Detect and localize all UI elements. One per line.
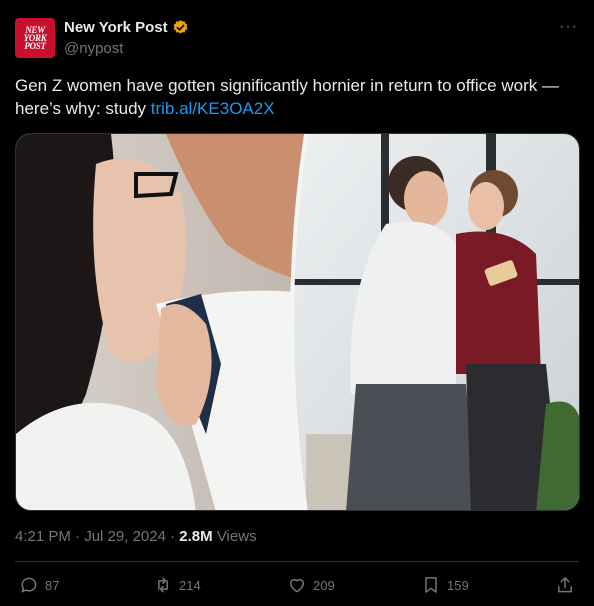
tweet-body: Gen Z women have gotten significantly ho… (15, 76, 559, 118)
like-button[interactable]: 209 (287, 575, 335, 595)
bookmark-button[interactable]: 159 (421, 575, 469, 595)
share-icon (558, 577, 572, 593)
tweet-time[interactable]: 4:21 PM (15, 528, 71, 545)
meta-separator: · (165, 528, 180, 545)
more-options-icon[interactable]: ··· (559, 18, 578, 36)
tweet-photo (16, 134, 579, 510)
repost-count: 214 (179, 577, 201, 593)
avatar[interactable]: NEW YORK POST (15, 18, 55, 58)
tweet-link[interactable]: trib.al/KE3OA2X (151, 99, 275, 118)
tweet-meta: 4:21 PM · Jul 29, 2024 · 2.8M Views (15, 528, 257, 545)
view-count: 2.8M (179, 528, 213, 545)
bookmark-count: 159 (447, 577, 469, 593)
action-bar: 87 214 209 159 (15, 575, 580, 599)
author-row: New York Post (64, 19, 189, 36)
repost-icon (158, 577, 168, 593)
tweet-image[interactable] (15, 133, 580, 511)
verified-badge-icon (173, 20, 188, 34)
display-name[interactable]: New York Post (64, 19, 168, 36)
share-button[interactable] (555, 575, 575, 595)
avatar-line-3: POST (24, 41, 46, 51)
handle[interactable]: @nypost (64, 40, 123, 57)
reply-count: 87 (45, 577, 60, 593)
tweet-text: Gen Z women have gotten significantly ho… (15, 74, 580, 120)
tweet-date[interactable]: Jul 29, 2024 (84, 528, 166, 545)
reply-icon (21, 577, 37, 593)
divider (15, 561, 579, 562)
reply-button[interactable]: 87 (19, 575, 59, 595)
repost-button[interactable]: 214 (153, 575, 201, 595)
bookmark-icon (425, 577, 437, 593)
views-label: Views (212, 528, 257, 545)
heart-icon (290, 578, 304, 593)
like-count: 209 (313, 577, 335, 593)
meta-separator: · (70, 528, 85, 545)
